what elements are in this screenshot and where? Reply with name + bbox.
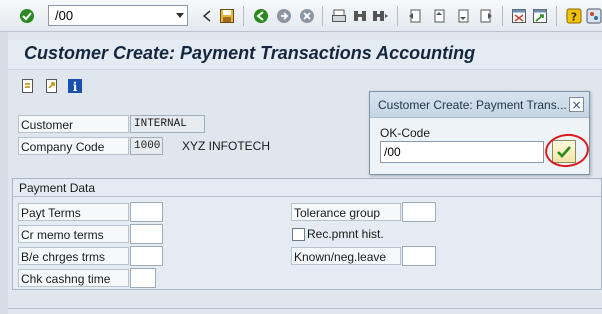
toolbar-separator [322, 6, 323, 26]
help-icon[interactable]: ? [565, 7, 582, 24]
toolbar-separator [397, 6, 398, 26]
toolbar-separator [243, 6, 244, 26]
next-page-icon[interactable] [454, 7, 471, 24]
company-name: XYZ INFOTECH [182, 139, 271, 153]
svg-text:?: ? [570, 10, 576, 23]
known-neg-leave-label: Known/neg.leave [291, 247, 401, 265]
next-screen-icon[interactable] [44, 78, 60, 94]
toolbar-separator [556, 6, 557, 26]
find-icon[interactable] [351, 7, 368, 24]
close-icon[interactable]: × [569, 97, 584, 112]
command-field[interactable] [48, 5, 188, 26]
cr-memo-terms-label: Cr memo terms [18, 225, 129, 243]
cr-memo-terms-input[interactable] [130, 224, 163, 244]
last-page-icon[interactable] [477, 7, 494, 24]
tolerance-group-label: Tolerance group [291, 203, 401, 221]
payt-terms-input[interactable] [130, 202, 163, 222]
toolbar-separator [502, 6, 503, 26]
chk-cashng-input[interactable] [130, 268, 156, 288]
customer-value: INTERNAL [130, 115, 205, 133]
print-icon[interactable] [330, 7, 347, 24]
payment-data-title: Payment Data [19, 181, 96, 195]
title-bar: Customer Create: Payment Transactions Ac… [8, 40, 602, 70]
rec-pmnt-hist-checkbox[interactable] [292, 228, 305, 241]
left-strip [0, 32, 8, 314]
cancel-icon[interactable] [298, 7, 315, 24]
page-title: Customer Create: Payment Transactions Ac… [24, 43, 476, 63]
find-next-icon[interactable] [371, 7, 388, 24]
svg-text:i: i [73, 80, 78, 94]
previous-page-icon[interactable] [430, 7, 447, 24]
previous-screen-icon[interactable] [20, 78, 36, 94]
ok-code-label: OK-Code [380, 126, 431, 140]
back-green-icon[interactable] [252, 7, 269, 24]
tolerance-group-input[interactable] [402, 202, 436, 222]
company-code-value: 1000 [130, 137, 163, 155]
ok-code-input[interactable] [380, 141, 544, 163]
customer-label: Customer [18, 115, 129, 133]
new-session-icon[interactable] [510, 7, 527, 24]
dialog-header: Customer Create: Payment Trans... × [370, 92, 589, 118]
dialog-title: Customer Create: Payment Trans... [378, 98, 567, 112]
bottom-divider [8, 308, 602, 309]
enter-check-icon[interactable] [18, 7, 35, 24]
shortcut-icon[interactable] [531, 7, 548, 24]
save-icon[interactable] [218, 7, 235, 24]
be-charges-input[interactable] [130, 246, 163, 266]
chk-cashng-label: Chk cashng time [18, 269, 129, 287]
payt-terms-label: Payt Terms [18, 203, 129, 221]
back-triangle-icon[interactable] [198, 7, 215, 24]
be-charges-label: B/e chrges trms [18, 247, 129, 265]
exit-icon[interactable] [275, 7, 292, 24]
customize-layout-icon[interactable] [585, 7, 602, 24]
company-code-label: Company Code [18, 137, 129, 155]
command-dropdown-icon[interactable] [171, 5, 188, 26]
payment-data-header: Payment Data [13, 179, 601, 197]
known-neg-leave-input[interactable] [402, 246, 436, 266]
system-toolbar: ? [0, 0, 602, 32]
first-page-icon[interactable] [406, 7, 423, 24]
info-icon[interactable]: i [67, 78, 83, 94]
rec-pmnt-hist-label: Rec.pmnt hist. [307, 227, 384, 241]
